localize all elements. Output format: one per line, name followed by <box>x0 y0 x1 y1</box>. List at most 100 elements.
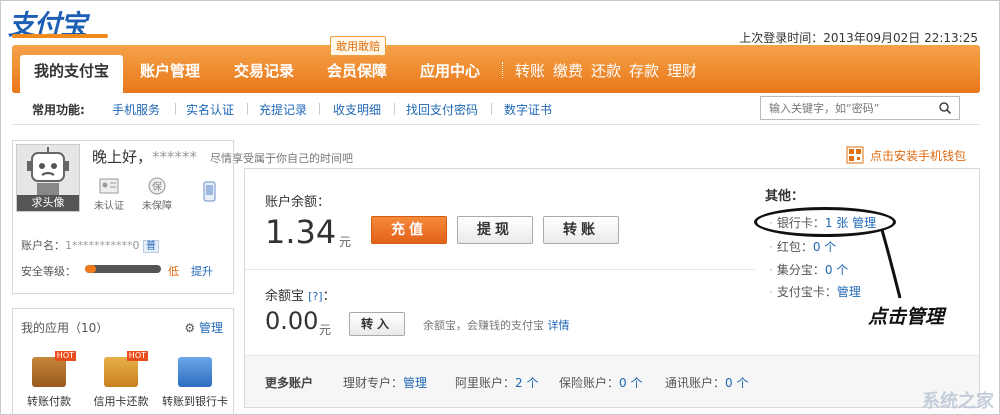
app-label: 转账到银行卡 <box>162 395 228 408</box>
apps-title: 我的应用（10） <box>21 321 109 335</box>
finance-account-label: 理财专户： <box>343 376 404 390</box>
shield-icon: 保 <box>148 177 166 195</box>
guarantee-status[interactable]: 保 未保障 <box>137 177 177 212</box>
link-statement[interactable]: 收支明细 <box>333 101 381 118</box>
security-meter <box>85 265 161 273</box>
install-wallet-text: 点击安装手机钱包 <box>870 148 967 163</box>
account-label: 账户名： <box>21 239 65 252</box>
recharge-button[interactable]: 充值 <box>371 216 447 244</box>
tab-my-alipay[interactable]: 我的支付宝 <box>20 55 124 93</box>
app-label: 转账付款 <box>27 395 71 408</box>
insurance-account: 保险账户：0 个 <box>559 374 642 391</box>
link-records[interactable]: 充提记录 <box>259 101 307 118</box>
apps-manage[interactable]: ⚙ 管理 <box>184 319 223 336</box>
yuebao-desc: 余额宝，会赚钱的支付宝 <box>423 319 544 332</box>
link-find-password[interactable]: 找回支付密码 <box>406 101 478 118</box>
last-login-time: 2013年09月02日 22:13:25 <box>823 31 978 45</box>
quick-deposit[interactable]: 存款 <box>629 56 659 86</box>
yuebao-amount: 0.00 <box>265 307 319 335</box>
ali-account: 阿里账户：2 个 <box>455 374 538 391</box>
search-icon[interactable] <box>938 101 952 115</box>
jifenbao-count[interactable]: 0 个 <box>825 263 848 277</box>
my-apps-panel: 我的应用（10） ⚙ 管理 HOT 转账付款 HOT 信用卡还款 转账到银行卡 <box>12 308 234 415</box>
hot-badge: HOT <box>126 351 148 361</box>
quick-transfer[interactable]: 转账 <box>515 56 545 86</box>
yuebao-desc-row: 余额宝，会赚钱的支付宝 详情 <box>423 317 570 333</box>
yuebao-detail-link[interactable]: 详情 <box>548 319 570 332</box>
finance-manage-link[interactable]: 管理 <box>403 376 427 390</box>
app-bank-transfer[interactable]: 转账到银行卡 <box>161 357 229 409</box>
mobile-status[interactable] <box>189 181 229 205</box>
guarantee-status-label: 未保障 <box>142 201 172 212</box>
id-card-icon <box>99 178 119 194</box>
jifenbao-row: 集分宝：0 个 <box>769 261 848 278</box>
yuebao-help-link[interactable]: [?] <box>308 290 322 303</box>
telecom-account: 通讯账户：0 个 <box>665 374 748 391</box>
divider <box>491 103 492 115</box>
avatar[interactable]: 求头像 <box>16 144 80 212</box>
more-accounts-title: 更多账户 <box>265 376 314 390</box>
annotation-note: 点击管理 <box>868 306 945 328</box>
logo-swoosh <box>12 34 108 38</box>
red-packet-count[interactable]: 0 个 <box>813 240 836 254</box>
tab-app-center[interactable]: 应用中心 <box>420 56 480 93</box>
yuebao-label-row: 余额宝 [?]： <box>265 285 336 304</box>
tab-account[interactable]: 账户管理 <box>140 56 200 93</box>
alipay-card-manage-link[interactable]: 管理 <box>837 285 861 299</box>
app-transfer[interactable]: HOT 转账付款 <box>15 351 83 409</box>
quick-repay[interactable]: 还款 <box>591 56 621 86</box>
transfer-in-button[interactable]: 转入 <box>349 312 405 336</box>
verify-status-label: 未认证 <box>94 201 124 212</box>
quick-pay[interactable]: 缴费 <box>553 56 583 86</box>
section-divider <box>245 269 755 270</box>
common-functions-bar: 常用功能: 手机服务 实名认证 充提记录 收支明细 找回支付密码 数字证书 <box>12 93 980 125</box>
divider <box>394 103 395 115</box>
app-credit-repay[interactable]: HOT 信用卡还款 <box>87 351 155 409</box>
insurance-account-count[interactable]: 0 个 <box>619 376 642 390</box>
yuebao-unit: 元 <box>319 323 332 337</box>
credit-card-icon: HOT <box>104 351 148 387</box>
verify-status[interactable]: 未认证 <box>89 177 129 212</box>
telecom-account-count[interactable]: 0 个 <box>725 376 748 390</box>
link-certificate[interactable]: 数字证书 <box>504 101 552 118</box>
link-mobile[interactable]: 手机服务 <box>112 101 160 118</box>
robot-avatar-icon <box>27 147 69 195</box>
annotation-arrow <box>880 229 902 299</box>
transfer-button[interactable]: 转账 <box>543 216 619 244</box>
common-label: 常用功能: <box>32 103 85 117</box>
search-box <box>760 96 960 120</box>
upgrade-security-link[interactable]: 提升 <box>191 263 213 279</box>
install-wallet-link[interactable]: 点击安装手机钱包 <box>846 146 966 164</box>
ali-account-count[interactable]: 2 个 <box>515 376 538 390</box>
account-name-row: 账户名：1***********0 普 <box>21 237 159 253</box>
more-accounts-bar: 更多账户 理财专户：管理 阿里账户：2 个 保险账户：0 个 通讯账户：0 个 <box>245 355 979 407</box>
mobile-phone-icon <box>203 181 216 202</box>
profile-card: 求头像 未认证 保 未保障 账户名：1***********0 普 安全等级： … <box>12 140 234 294</box>
quick-finance[interactable]: 理财 <box>667 56 697 86</box>
balance-unit: 元 <box>339 235 352 249</box>
bank-card-icon <box>178 357 212 387</box>
divider <box>247 103 248 115</box>
alipay-card-label: 支付宝卡： <box>776 285 837 299</box>
last-login: 上次登录时间：2013年09月02日 22:13:25 <box>739 29 978 46</box>
apps-manage-link: 管理 <box>198 321 223 335</box>
balance-amount: 1.34 <box>265 213 337 251</box>
telecom-account-label: 通讯账户： <box>665 376 726 390</box>
insurance-account-label: 保险账户： <box>559 376 620 390</box>
ali-account-label: 阿里账户： <box>455 376 516 390</box>
search-input[interactable] <box>761 97 931 119</box>
alipay-logo[interactable]: 支付宝 <box>8 2 108 42</box>
tab-member[interactable]: 会员保障 <box>327 56 387 93</box>
other-title: 其他： <box>765 189 805 204</box>
guarantee-badge: 敢用敢赔 <box>330 36 386 56</box>
withdraw-button[interactable]: 提现 <box>457 216 533 244</box>
divider <box>319 103 320 115</box>
last-login-label: 上次登录时间： <box>739 31 824 45</box>
link-verify[interactable]: 实名认证 <box>186 101 234 118</box>
account-tag: 普 <box>143 240 159 253</box>
site-watermark: 系统之家 <box>922 391 994 412</box>
transfer-box-icon: HOT <box>32 351 76 387</box>
divider <box>175 103 176 115</box>
qr-code-icon <box>846 146 864 164</box>
tab-transactions[interactable]: 交易记录 <box>234 56 294 93</box>
